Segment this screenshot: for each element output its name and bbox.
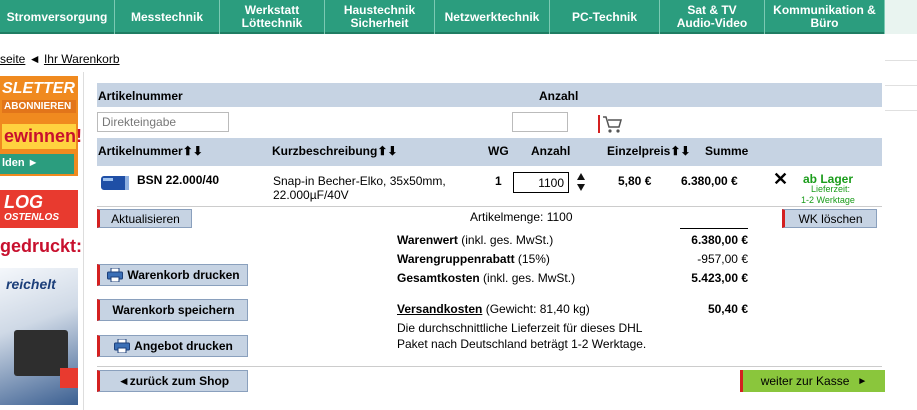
row-sum: 6.380,00 € [681, 174, 738, 188]
shipping-info-line1: Die durchschnittliche Lieferzeit für die… [397, 321, 643, 335]
right-edge-line [885, 60, 917, 61]
discount-value: -957,00 € [697, 252, 748, 266]
checkout-label: weiter zur Kasse [760, 374, 850, 388]
discount-label: Warengruppenrabatt (15%) [397, 252, 550, 266]
nav-haustechnik-sicherheit[interactable]: Haustechnik Sicherheit [325, 0, 435, 34]
col-header-sum: Summe [705, 144, 749, 158]
row-description-line1: Snap-in Becher-Elko, 35x50mm, [273, 174, 446, 188]
total-value: 5.423,00 € [691, 271, 748, 285]
sort-arrows-icon[interactable]: ⬆⬇ [377, 144, 397, 158]
breadcrumb-arrow-icon: ◄ [28, 52, 41, 66]
product-thumbnail[interactable] [99, 172, 133, 194]
goods-value: 6.380,00 € [691, 233, 748, 247]
right-edge-line [885, 85, 917, 86]
col-header-wg: WG [488, 144, 509, 158]
catalog-printed: gedruckt: [0, 236, 83, 256]
nav-messtechnik[interactable]: Messtechnik [115, 0, 220, 34]
catalog-logo: reichelt [6, 276, 56, 292]
row-article-number[interactable]: BSN 22.000/40 [137, 173, 219, 187]
row-qty-input[interactable] [513, 172, 569, 193]
article-quantity-total: Artikelmenge: 1100 [470, 210, 573, 224]
nav-pc-technik[interactable]: PC-Technik [550, 0, 660, 34]
printer-icon [107, 268, 124, 282]
row-divider [97, 206, 882, 207]
col-header-description[interactable]: Kurzbeschreibung⬆⬇ [272, 144, 397, 158]
row-wg: 1 [495, 174, 502, 188]
shipping-info-line2: Paket nach Deutschland beträgt 1-2 Werkt… [397, 337, 647, 351]
direct-entry-input[interactable] [97, 112, 229, 132]
nav-stromversorgung[interactable]: Stromversorgung [0, 0, 115, 34]
breadcrumb-home-link[interactable]: seite [0, 52, 25, 66]
remove-item-icon[interactable]: ✕ [773, 169, 788, 190]
cart-table-header: Artikelnummer⬆⬇ Kurzbeschreibung⬆⬇ WG An… [97, 138, 882, 166]
nav-sat-tv-audio-video[interactable]: Sat & TV Audio-Video [660, 0, 765, 34]
shipping-value: 50,40 € [707, 302, 748, 316]
catalog-banner[interactable]: LOG OSTENLOS gedruckt: reichelt [0, 190, 82, 405]
delivery-label: Lieferzeit: [811, 184, 851, 194]
catalog-header: LOG OSTENLOS [0, 190, 78, 228]
newsletter-win: ewinnen! [2, 124, 82, 149]
print-offer-label: Angebot drucken [134, 339, 233, 353]
checkout-button[interactable]: weiter zur Kasse ► [740, 370, 885, 392]
col-header-unit-price[interactable]: Einzelpreis⬆⬇ [607, 144, 690, 158]
top-navigation: Stromversorgung Messtechnik Werkstatt Lö… [0, 0, 917, 34]
clear-cart-button[interactable]: WK löschen [782, 209, 877, 228]
quick-add-article-label: Artikelnummer [98, 89, 183, 103]
total-label: Gesamtkosten (inkl. ges. MwSt.) [397, 271, 576, 285]
print-offer-button[interactable]: Angebot drucken [97, 335, 248, 357]
col-header-qty: Anzahl [531, 144, 571, 158]
add-to-cart-icon[interactable] [598, 114, 624, 134]
delivery-time: 1-2 Werktage [801, 195, 855, 205]
col-header-article[interactable]: Artikelnummer⬆⬇ [98, 144, 203, 158]
sidebar: SLETTER ABONNIEREN ewinnen! lden ► LOG O… [0, 72, 84, 410]
print-cart-label: Warenkorb drucken [127, 268, 240, 282]
nav-end-cap [885, 0, 917, 34]
quick-add-qty-label: Anzahl [539, 89, 579, 103]
row-description-line2: 22.000µF/40V [273, 188, 349, 202]
row-unit-price: 5,80 € [618, 174, 652, 188]
back-to-shop-button[interactable]: ◄zurück zum Shop [97, 370, 248, 392]
sort-arrows-icon[interactable]: ⬆⬇ [183, 144, 203, 158]
direct-entry-qty-input[interactable] [512, 112, 568, 132]
printer-icon [114, 339, 131, 353]
breadcrumb: seite ◄ Ihr Warenkorb [0, 52, 120, 66]
nav-netzwerktechnik[interactable]: Netzwerktechnik [435, 0, 550, 34]
quick-add-header: Artikelnummer Anzahl [97, 83, 882, 107]
newsletter-banner[interactable]: SLETTER ABONNIEREN ewinnen! lden ► [0, 76, 82, 176]
catalog-cover-image: reichelt [0, 268, 78, 405]
update-button[interactable]: Aktualisieren [97, 209, 192, 228]
catalog-badge [60, 368, 78, 388]
catalog-title: LOG [4, 192, 43, 212]
shipping-label: Versandkosten (Gewicht: 81,40 kg) [397, 302, 590, 316]
newsletter-title: SLETTER [2, 80, 75, 97]
shipping-cost-link[interactable]: Versandkosten [397, 302, 482, 316]
nav-werkstatt-loettechnik[interactable]: Werkstatt Löttechnik [220, 0, 325, 34]
newsletter-signup-button[interactable]: lden ► [0, 154, 74, 174]
newsletter-subscribe: ABONNIEREN [2, 100, 76, 113]
qty-stepper-icon[interactable] [576, 172, 586, 192]
print-cart-button[interactable]: Warenkorb drucken [97, 264, 248, 286]
checkout-arrow-icon: ► [857, 375, 868, 387]
right-edge-line [885, 110, 917, 111]
total-underline [680, 228, 748, 229]
footer-divider [97, 366, 882, 367]
sort-arrows-icon[interactable]: ⬆⬇ [670, 144, 690, 158]
breadcrumb-cart-link[interactable]: Ihr Warenkorb [44, 52, 120, 66]
catalog-free: OSTENLOS [4, 212, 60, 223]
goods-value-label: Warenwert (inkl. ges. MwSt.) [397, 233, 554, 247]
nav-kommunikation-buero[interactable]: Kommunikation & Büro [765, 0, 885, 34]
save-cart-button[interactable]: Warenkorb speichern [97, 299, 248, 321]
